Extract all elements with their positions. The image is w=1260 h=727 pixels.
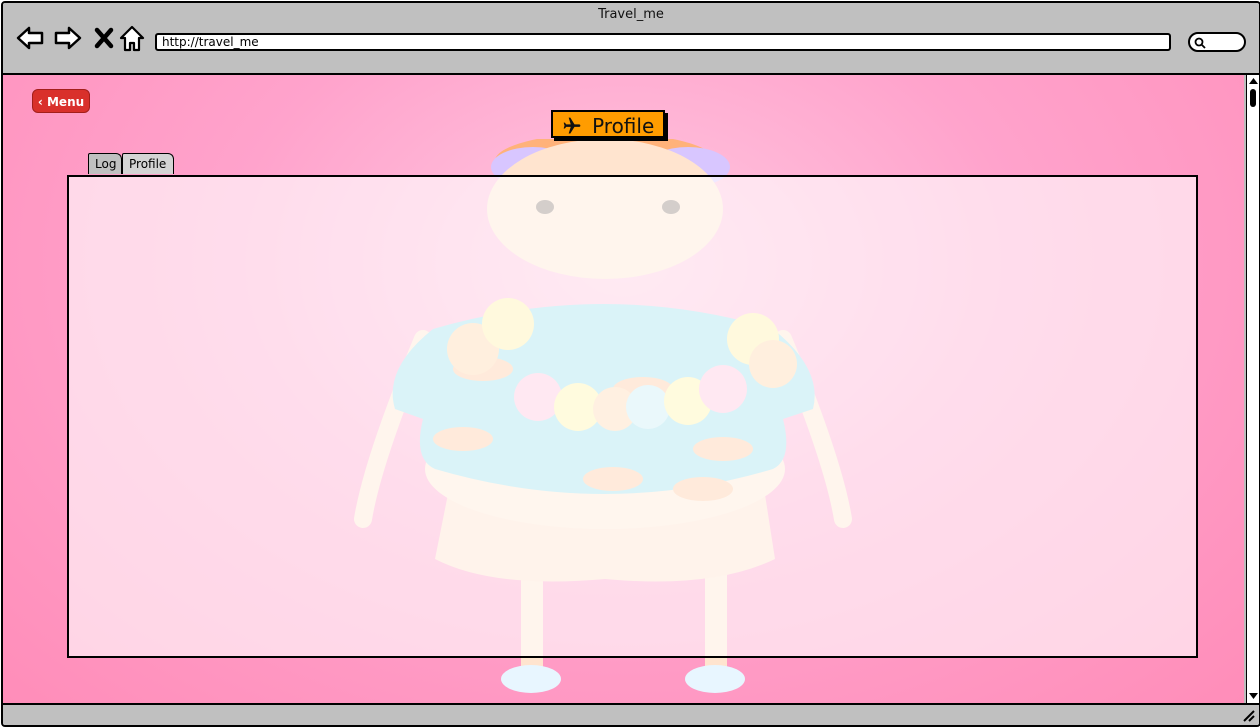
- chevron-left-icon: ‹: [37, 95, 43, 109]
- vertical-scrollbar[interactable]: [1246, 75, 1259, 703]
- page-viewport: ‹ Menu Profile Log Profile: [3, 75, 1244, 703]
- tab-log[interactable]: Log: [88, 153, 122, 174]
- tab-content-panel: [67, 175, 1198, 658]
- page-title: Profile: [592, 114, 655, 138]
- scroll-down-arrow-icon[interactable]: [1248, 691, 1259, 701]
- page-title-badge: Profile: [551, 110, 665, 138]
- tab-profile[interactable]: Profile: [122, 153, 174, 174]
- scroll-up-arrow-icon[interactable]: [1248, 76, 1259, 86]
- search-icon: [1194, 37, 1206, 49]
- stop-x-icon[interactable]: [89, 23, 114, 53]
- back-arrow-icon[interactable]: [15, 23, 45, 53]
- home-icon[interactable]: [117, 23, 147, 53]
- search-field[interactable]: [1188, 32, 1246, 52]
- browser-toolbar: Travel_me: [3, 3, 1259, 75]
- forward-arrow-icon[interactable]: [53, 23, 83, 53]
- menu-button-label: Menu: [46, 95, 85, 109]
- browser-window: Travel_me http://travel_me ‹ Menu Profil…: [1, 1, 1260, 727]
- url-field[interactable]: [155, 33, 1171, 51]
- status-bar: [3, 703, 1259, 725]
- window-title: Travel_me: [598, 7, 664, 22]
- menu-button[interactable]: ‹ Menu: [32, 89, 90, 113]
- airplane-icon: [563, 117, 580, 134]
- resize-grip-icon[interactable]: [1241, 708, 1255, 722]
- scroll-thumb[interactable]: [1250, 89, 1256, 107]
